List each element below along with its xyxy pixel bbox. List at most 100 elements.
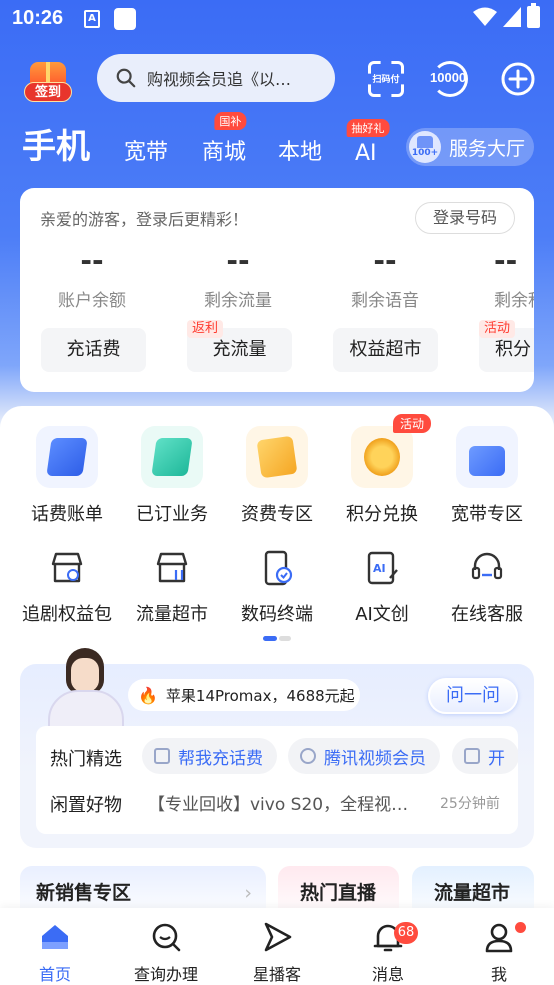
bill-icon: [36, 426, 98, 488]
activity-badge: 活动: [479, 320, 516, 338]
metric-value: --: [373, 244, 397, 277]
tab-phone[interactable]: 手机: [22, 119, 90, 168]
plus-icon[interactable]: [500, 61, 536, 97]
metric-voice[interactable]: -- 剩余语音: [325, 244, 445, 311]
scan-pay-icon[interactable]: 扫码付: [368, 61, 404, 97]
ai-recommendations: 热门精选 帮我充话费 腾讯视频会员 开 闲置好物 【专业回收】vivo S20，…: [36, 726, 518, 834]
nav-label: 星播客: [252, 965, 301, 984]
points-icon: [351, 426, 413, 488]
metric-label: 账户余额: [58, 291, 126, 311]
idle-goods-time: 25分钟前: [440, 796, 500, 812]
button-label: 积分: [495, 339, 531, 360]
metric-label: 剩余流量: [204, 291, 272, 311]
metric-value: --: [494, 244, 518, 277]
online-service-item[interactable]: 在线客服: [432, 548, 542, 626]
chip-label: 开: [488, 748, 505, 769]
nav-query[interactable]: 查询办理: [116, 920, 216, 985]
sign-in-button[interactable]: 签到: [22, 62, 74, 102]
login-button[interactable]: 登录号码: [415, 202, 515, 234]
chip-recharge[interactable]: 帮我充话费: [142, 738, 277, 774]
service-hall-button[interactable]: 100+ 服务大厅: [406, 128, 534, 166]
tab-ai[interactable]: 抽好礼 AI: [346, 119, 390, 166]
bill-item[interactable]: 话费账单: [12, 426, 122, 526]
metric-value: --: [226, 244, 250, 277]
search-placeholder: 购视频会员追《以…: [147, 70, 292, 89]
search-icon: [116, 68, 136, 88]
square-notification-icon: [114, 8, 136, 30]
grid-label: 流量超市: [136, 604, 208, 625]
tab-broadband[interactable]: 宽带: [124, 134, 168, 166]
tab-label: 手机: [22, 127, 90, 167]
gem-chip-icon: [300, 748, 316, 764]
zone-label: 热门直播: [300, 882, 377, 904]
tab-label: 宽带: [124, 140, 169, 165]
tab-label: 商城: [202, 140, 247, 165]
zone-label: 流量超市: [434, 882, 511, 904]
metric-points[interactable]: -- 剩余积: [472, 244, 534, 311]
grid-label: 资费专区: [241, 504, 313, 525]
tariff-icon: [246, 426, 308, 488]
bottom-nav: 首页 查询办理 星播客 68 消息 我: [0, 908, 554, 985]
page-indicator: [263, 636, 293, 641]
chip-label: 腾讯视频会员: [324, 748, 426, 769]
data-market-item[interactable]: 流量超市: [117, 548, 227, 626]
idle-goods-text[interactable]: 【专业回收】vivo S20，全程视…: [148, 790, 418, 815]
message-count-badge: 68: [394, 922, 418, 944]
tab-label: AI: [355, 141, 377, 166]
broadband-item[interactable]: 宽带专区: [432, 426, 542, 526]
rights-market-button[interactable]: 权益超市: [333, 328, 438, 372]
grid-label: AI文创: [355, 604, 409, 625]
drama-pack-item[interactable]: 追剧权益包: [12, 548, 122, 626]
router-icon: [456, 426, 518, 488]
account-card: 亲爱的游客，登录后更精彩！ 登录号码 -- 账户余额 -- 剩余流量 -- 剩余…: [20, 188, 534, 392]
chip-more[interactable]: 开: [452, 738, 518, 774]
grid-label: 宽带专区: [451, 504, 523, 525]
tariff-item[interactable]: 资费专区: [222, 426, 332, 526]
points-button[interactable]: 活动 积分: [479, 320, 534, 372]
recharge-fee-button[interactable]: 充话费: [41, 328, 146, 372]
subscribed-item[interactable]: 已订业务: [117, 426, 227, 526]
grid-label: 已订业务: [136, 504, 208, 525]
nav-messages[interactable]: 68 消息: [338, 920, 438, 985]
metric-label: 剩余积: [494, 291, 534, 311]
points-exchange-item[interactable]: 活动 积分兑换: [327, 414, 437, 526]
nav-star-podcast[interactable]: 星播客: [227, 920, 327, 985]
search-input[interactable]: 购视频会员追《以…: [97, 54, 335, 102]
nav-home[interactable]: 首页: [5, 920, 105, 985]
scan-pay-label: 扫码付: [372, 75, 400, 85]
search-chat-icon: [152, 923, 181, 952]
chip-tencent-video[interactable]: 腾讯视频会员: [288, 738, 440, 774]
signal-icon: [503, 7, 521, 27]
button-label: 权益超市: [349, 339, 422, 360]
service-hotline-icon[interactable]: 10000: [430, 61, 468, 97]
tab-local[interactable]: 本地: [278, 134, 322, 166]
grid-label: 数码终端: [241, 604, 313, 625]
promo-bubble[interactable]: 🔥 苹果14Promax，4688元起: [128, 679, 360, 711]
rebate-badge: 返利: [187, 320, 224, 338]
fire-icon: 🔥: [138, 685, 158, 705]
service-hall-icon: 100+: [409, 131, 441, 163]
assistant-avatar: [44, 648, 128, 728]
bill-chip-icon: [154, 748, 170, 764]
chip-label: 帮我充话费: [178, 748, 263, 769]
tab-label: 本地: [278, 140, 323, 165]
tab-badge: 国补: [214, 112, 247, 130]
ask-button[interactable]: 问一问: [428, 678, 518, 714]
recharge-data-button[interactable]: 返利 充流量: [187, 320, 292, 372]
button-label: 充流量: [212, 339, 267, 360]
metric-balance[interactable]: -- 账户余额: [32, 244, 152, 311]
nav-me[interactable]: 我: [449, 920, 549, 985]
ai-creation-item[interactable]: AI AI文创: [327, 548, 437, 626]
promo-text: 苹果14Promax，4688元起: [165, 686, 355, 705]
metric-data[interactable]: -- 剩余流量: [178, 244, 298, 311]
tab-mall[interactable]: 国补商城: [202, 112, 247, 166]
grid-label: 积分兑换: [346, 504, 418, 525]
home-icon: [42, 925, 68, 949]
svg-text:AI: AI: [373, 562, 386, 575]
headset-icon: [467, 548, 507, 588]
service-hall-label: 服务大厅: [449, 137, 526, 160]
metric-value: --: [80, 244, 104, 277]
status-bar: 10:26 A: [0, 0, 554, 40]
digital-terminal-item[interactable]: 数码终端: [222, 548, 332, 626]
zone-label: 新销售专区: [36, 882, 132, 904]
